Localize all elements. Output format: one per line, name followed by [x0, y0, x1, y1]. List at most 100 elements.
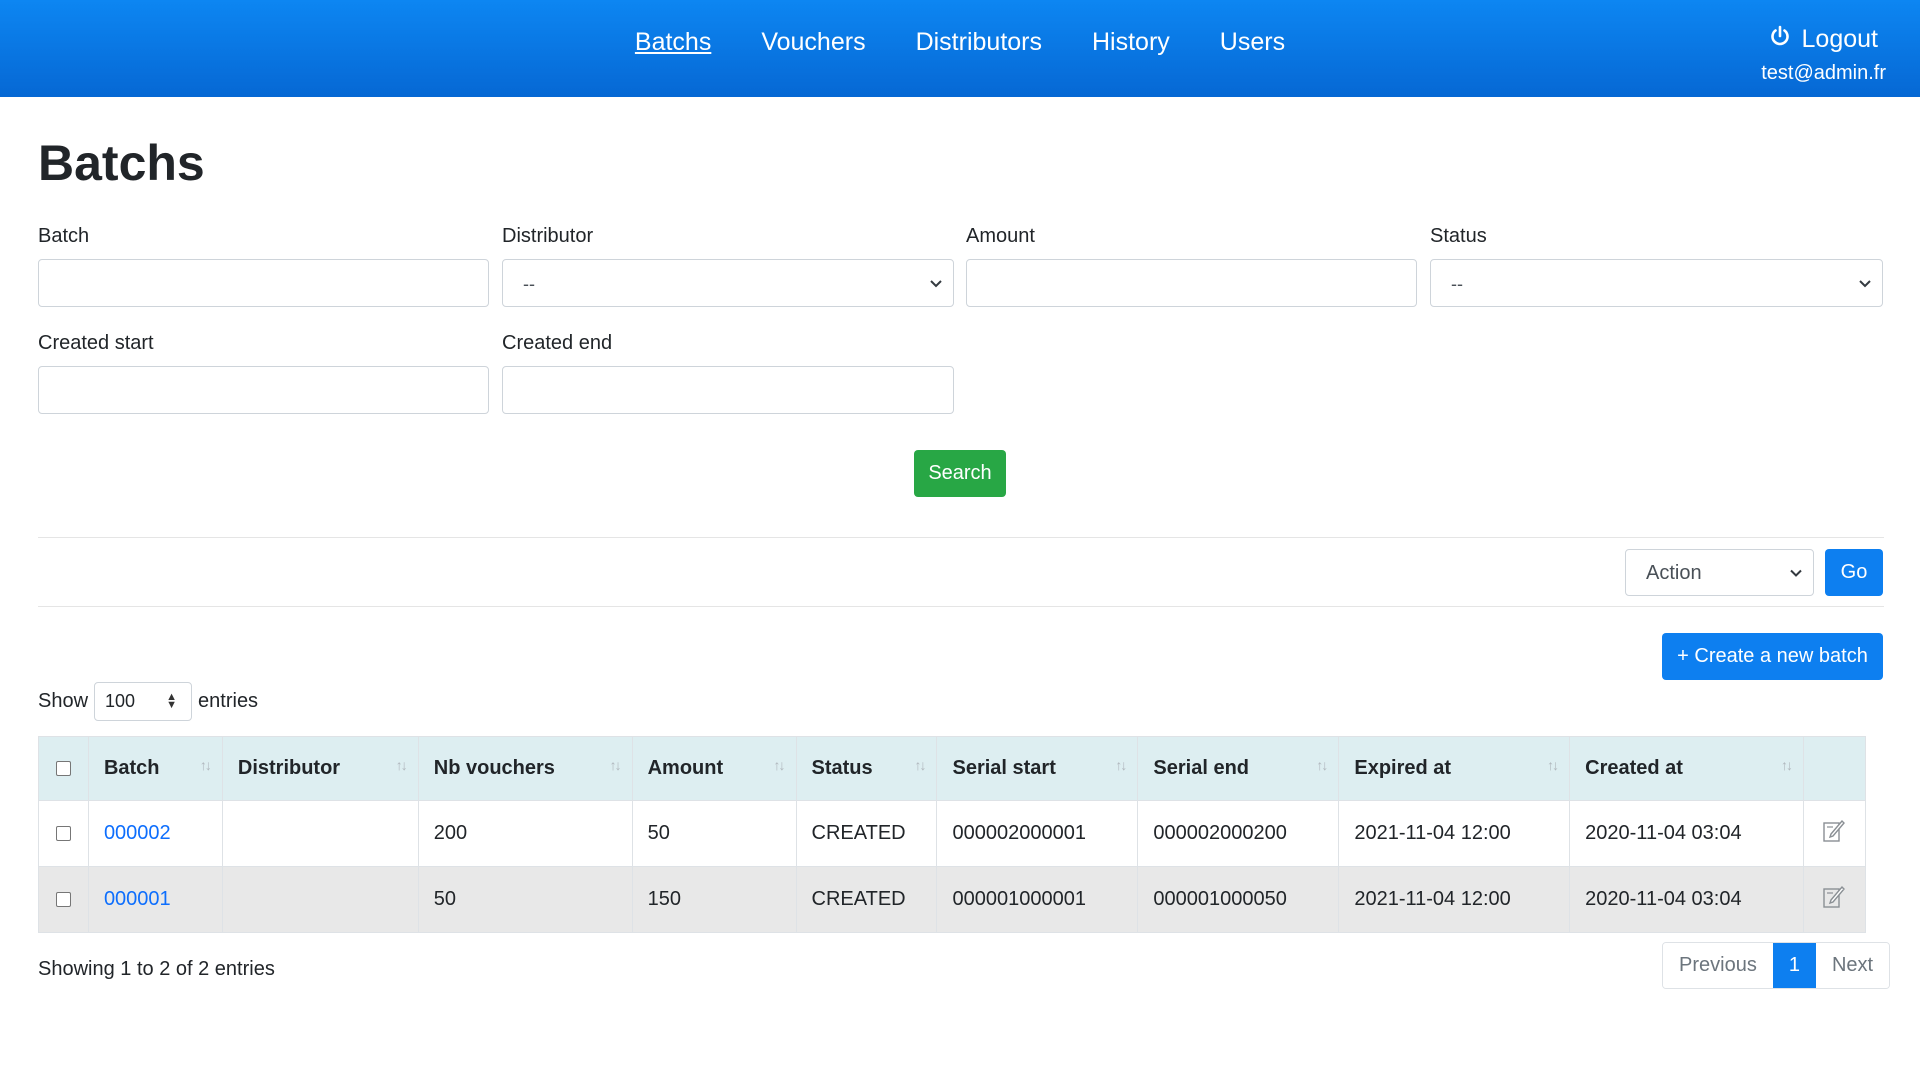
created-start-input[interactable] [38, 366, 489, 414]
pagination-next[interactable]: Next [1815, 943, 1890, 988]
chevron-down-icon [1789, 549, 1803, 596]
batch-link[interactable]: 000001 [104, 888, 171, 910]
cell-created-at: 2020-11-04 03:04 [1569, 866, 1804, 933]
status-filter-select[interactable]: -- [1430, 259, 1883, 307]
pagination-page-1[interactable]: 1 [1772, 943, 1816, 988]
sort-icon: ↑↓ [609, 757, 622, 773]
column-header-created-at[interactable]: Created at ↑↓ [1569, 736, 1804, 801]
bulk-action-select[interactable]: Action [1625, 549, 1814, 596]
column-header-amount[interactable]: Amount ↑↓ [631, 736, 797, 801]
cell-serial-start: 000001000001 [936, 866, 1139, 933]
table-header-row: Batch ↑↓ Distributor ↑↓ Nb vouchers ↑↓ Amou… [38, 736, 1867, 801]
cell-expired-at: 2021-11-04 12:00 [1338, 800, 1571, 867]
distributor-filter-label: Distributor [502, 225, 594, 247]
batch-link[interactable]: 000002 [104, 822, 171, 844]
cell-nb-vouchers: 200 [417, 800, 633, 867]
cell-actions [1802, 800, 1867, 867]
distributor-filter-select[interactable]: -- [502, 259, 954, 307]
select-all-checkbox[interactable] [55, 761, 71, 777]
table-info: Showing 1 to 2 of 2 entries [38, 958, 275, 980]
column-header-serial-end[interactable]: Serial end ↑↓ [1137, 736, 1340, 801]
batches-table: Batch ↑↓ Distributor ↑↓ Nb vouchers ↑↓ Amou… [38, 736, 1867, 933]
column-header-serial-start[interactable]: Serial start ↑↓ [936, 736, 1139, 801]
column-header-label: Serial end [1153, 757, 1250, 779]
row-select-cell [38, 866, 89, 933]
sort-icon: ↑↓ [914, 757, 926, 773]
column-header-distributor[interactable]: Distributor ↑↓ [221, 736, 419, 801]
table-row: 000002 200 50 CREATED 000002000001 00000… [38, 800, 1867, 867]
column-header-label: Batch [103, 757, 160, 779]
power-icon [1768, 24, 1792, 55]
row-select-cell [38, 800, 89, 867]
main-nav: Batchs Vouchers Distributors History Use… [0, 0, 1920, 84]
batch-filter-label: Batch [38, 225, 90, 247]
sort-icon: ↑↓ [773, 757, 786, 773]
chevron-down-icon [929, 259, 943, 307]
edit-icon[interactable] [1822, 885, 1846, 915]
column-header-label: Status [811, 757, 873, 779]
top-navbar: Batchs Vouchers Distributors History Use… [0, 0, 1920, 97]
column-header-label: Distributor [237, 757, 341, 779]
cell-created-at: 2020-11-04 03:04 [1569, 800, 1804, 867]
row-checkbox[interactable] [55, 892, 71, 908]
user-email: test@admin.fr [1761, 62, 1886, 84]
page-title: Batchs [38, 135, 205, 191]
nav-link-history[interactable]: History [1092, 28, 1170, 57]
divider [38, 606, 1884, 607]
logout-button[interactable]: Logout [1768, 24, 1878, 55]
cell-serial-end: 000001000050 [1137, 866, 1340, 933]
create-batch-button[interactable]: + Create a new batch [1662, 633, 1883, 680]
pagination-previous[interactable]: Previous [1663, 943, 1773, 988]
divider [38, 537, 1884, 538]
column-header-expired-at[interactable]: Expired at ↑↓ [1338, 736, 1571, 801]
column-header-actions [1802, 736, 1867, 801]
column-header-batch[interactable]: Batch ↑↓ [87, 736, 223, 801]
sort-icon: ↑↓ [1780, 757, 1793, 773]
created-end-input[interactable] [502, 366, 954, 414]
page-length-select[interactable]: 100 ▲ ▼ [94, 681, 193, 721]
search-button[interactable]: Search [914, 450, 1006, 497]
status-filter-value: -- [1451, 274, 1463, 294]
go-button[interactable]: Go [1825, 549, 1883, 596]
column-header-label: Serial start [952, 757, 1056, 779]
show-label: Show [38, 689, 89, 712]
edit-icon[interactable] [1822, 819, 1846, 849]
column-header-status[interactable]: Status ↑↓ [795, 736, 938, 801]
amount-filter-label: Amount [966, 225, 1035, 247]
column-header-nb-vouchers[interactable]: Nb vouchers ↑↓ [417, 736, 633, 801]
status-filter-label: Status [1430, 225, 1487, 247]
cell-status: CREATED [795, 866, 938, 933]
cell-batch: 000001 [87, 866, 223, 933]
cell-amount: 150 [631, 866, 797, 933]
logout-label: Logout [1801, 25, 1878, 53]
select-all-cell [38, 736, 89, 801]
cell-distributor [221, 800, 419, 867]
bulk-action-value: Action [1646, 562, 1702, 584]
cell-distributor [221, 866, 419, 933]
cell-amount: 50 [631, 800, 797, 867]
column-header-label: Expired at [1354, 757, 1452, 779]
entries-label: entries [198, 689, 259, 712]
created-end-label: Created end [502, 332, 613, 354]
nav-link-distributors[interactable]: Distributors [916, 28, 1042, 57]
sort-icon: ↑↓ [199, 757, 212, 773]
nav-link-batchs[interactable]: Batchs [635, 28, 711, 57]
pagination: Previous 1 Next [1662, 942, 1891, 989]
column-header-label: Nb vouchers [433, 757, 555, 779]
sort-icon: ↑↓ [1115, 757, 1127, 773]
nav-link-users[interactable]: Users [1220, 28, 1285, 57]
batch-filter-input[interactable] [38, 259, 489, 307]
cell-actions [1802, 866, 1867, 933]
page-length-value: 100 [105, 690, 136, 711]
cell-batch: 000002 [87, 800, 223, 867]
cell-nb-vouchers: 50 [417, 866, 633, 933]
created-start-label: Created start [38, 332, 154, 354]
nav-link-vouchers[interactable]: Vouchers [761, 28, 865, 57]
sort-icon: ↑↓ [1547, 757, 1559, 773]
table-row: 000001 50 150 CREATED 000001000001 00000… [38, 866, 1867, 933]
sort-icon: ↑↓ [395, 757, 408, 773]
column-header-label: Created at [1585, 757, 1683, 779]
amount-filter-input[interactable] [966, 259, 1417, 307]
row-checkbox[interactable] [55, 826, 71, 842]
page-length-control: Show 100 ▲ ▼ entries [38, 681, 258, 721]
